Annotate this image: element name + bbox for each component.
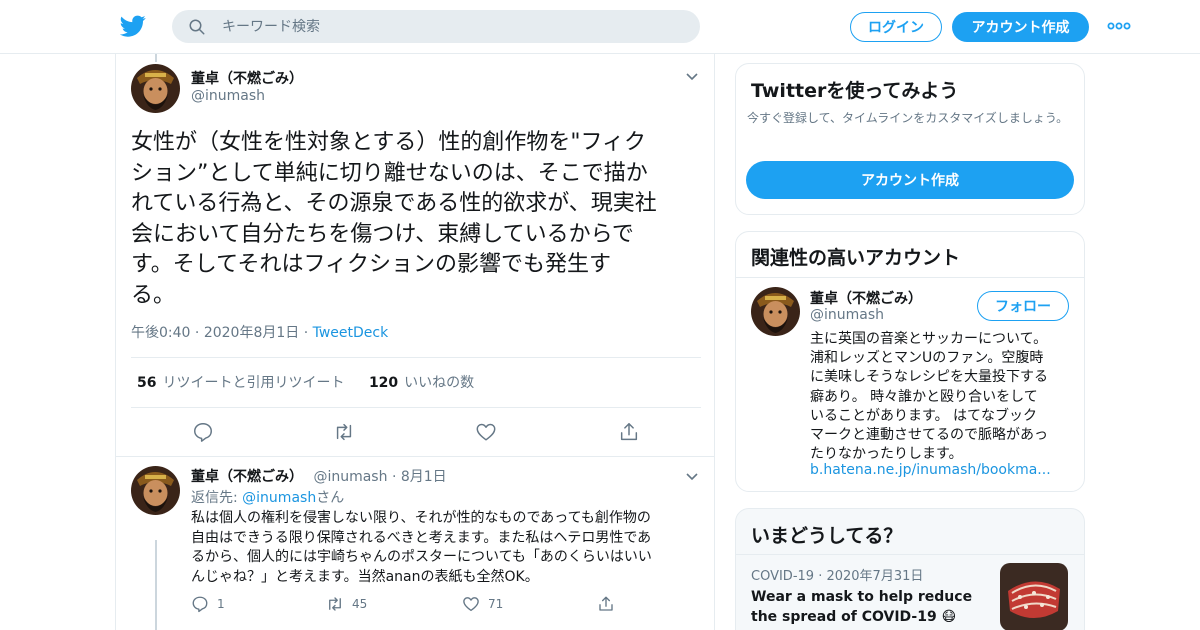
like-action[interactable]: 71 <box>462 594 503 614</box>
trends-card: いまどうしてる？ COVID-19 · 2020年7月31日 Wear a ma… <box>735 508 1085 630</box>
more-options-icon[interactable] <box>1107 18 1131 34</box>
tweet-column: 董卓（不燃ごみ） @inumash 女性が（女性を性対象とする）性的創作物を"フ… <box>115 54 715 630</box>
follow-button[interactable]: フォロー <box>977 291 1069 321</box>
retweet-stat[interactable]: 56 リツイートと引用リツイート <box>137 375 344 391</box>
mask-image <box>1000 563 1068 630</box>
retweet-stat-label: リツイートと引用リツイート <box>162 375 345 391</box>
search-box[interactable] <box>172 10 700 43</box>
like-icon[interactable] <box>475 421 497 443</box>
separator-dot: · <box>194 325 204 341</box>
retweet-action[interactable]: 45 <box>326 594 367 614</box>
like-stat-label: いいねの数 <box>404 375 475 391</box>
retweet-count: 45 <box>352 597 368 611</box>
separator-dot: · <box>391 469 401 485</box>
chevron-down-icon[interactable] <box>685 472 699 482</box>
divider <box>131 357 701 358</box>
reply-date[interactable]: 8月1日 <box>401 469 447 485</box>
divider <box>131 407 701 408</box>
search-icon <box>189 19 205 35</box>
signup-card-title: Twitterを使ってみよう <box>751 80 959 102</box>
reply-header: 董卓（不燃ごみ） @inumash · 8月1日 <box>191 466 447 486</box>
chevron-down-icon[interactable] <box>685 72 699 82</box>
tweet-meta: 午後0:40 · 2020年8月1日 · TweetDeck <box>131 322 388 342</box>
bio-link[interactable]: b.hatena.ne.jp/inumash/bookma... <box>810 462 1051 478</box>
signup-card-button[interactable]: アカウント作成 <box>746 161 1074 199</box>
trend-category: COVID-19 <box>751 569 815 584</box>
tweet-author-handle[interactable]: @inumash <box>191 88 265 104</box>
avatar-image <box>751 287 800 336</box>
reply-prefix: 返信先: <box>191 490 243 506</box>
top-bar: ログイン アカウント作成 <box>0 0 1200 54</box>
trend-headline[interactable]: Wear a mask to help reduce the spread of… <box>751 587 981 627</box>
avatar[interactable] <box>131 64 180 113</box>
tweet-text: 女性が（女性を性対象とする）性的創作物を"フィク ション”として単純に切り離せな… <box>131 130 657 308</box>
reply-suffix: さん <box>316 490 345 506</box>
reply-text: 私は個人の権利を侵害しない限り、それが性的なものであっても創作物の 自由はできう… <box>191 510 652 585</box>
reply-icon <box>192 596 208 613</box>
like-count: 120 <box>368 375 399 391</box>
related-accounts-card: 関連性の高いアカウント 董卓（不燃ごみ） @inumash フォロー 主に英国の… <box>735 231 1085 492</box>
search-input[interactable] <box>222 10 682 43</box>
thread-line <box>155 54 157 62</box>
replying-to: 返信先: @inumashさん <box>191 487 344 507</box>
signup-card: Twitterを使ってみよう 今すぐ登録して、タイムラインをカスタマイズしましょ… <box>735 63 1085 215</box>
related-account-handle[interactable]: @inumash <box>810 307 884 323</box>
avatar-image <box>131 466 180 515</box>
retweet-count: 56 <box>137 375 157 391</box>
reply-author-name[interactable]: 董卓（不燃ごみ） <box>191 469 303 485</box>
tweet-author-name[interactable]: 董卓（不燃ごみ） <box>191 68 303 88</box>
share-action[interactable] <box>597 594 623 614</box>
separator-dot: · <box>303 325 313 341</box>
share-icon[interactable] <box>618 421 640 443</box>
reply-icon[interactable] <box>192 421 214 443</box>
avatar[interactable] <box>751 287 800 336</box>
tweet-stats: 56 リツイートと引用リツイート 120 いいねの数 <box>137 372 474 392</box>
related-account-bio: 主に英国の音楽とサッカーについて。 浦和レッズとマンUのファン。空腹時 に美味し… <box>810 331 1048 463</box>
trend-meta: COVID-19 · 2020年7月31日 <box>751 565 923 584</box>
related-account-name[interactable]: 董卓（不燃ごみ） <box>810 288 922 308</box>
login-button[interactable]: ログイン <box>850 12 942 42</box>
retweet-icon <box>329 597 341 611</box>
divider <box>736 277 1084 278</box>
avatar[interactable] <box>131 466 180 515</box>
divider <box>116 456 714 457</box>
divider <box>736 554 1084 555</box>
tweet-source-link[interactable]: TweetDeck <box>313 325 389 341</box>
like-count: 71 <box>488 597 504 611</box>
thread-line <box>155 540 157 630</box>
trend-date: 2020年7月31日 <box>826 569 924 584</box>
tweet-date[interactable]: 2020年8月1日 <box>204 325 299 341</box>
retweet-icon[interactable] <box>333 421 355 443</box>
avatar-image <box>131 64 180 113</box>
share-icon <box>599 596 613 611</box>
trends-card-title: いまどうしてる？ <box>751 525 903 547</box>
signup-button[interactable]: アカウント作成 <box>952 12 1089 42</box>
twitter-logo-icon[interactable] <box>120 13 146 39</box>
like-icon <box>463 597 479 612</box>
tweet-time[interactable]: 午後0:40 <box>131 325 190 341</box>
signup-card-subtitle: 今すぐ登録して、タイムラインをカスタマイズしましょう。 <box>747 111 1069 125</box>
reply-count: 1 <box>217 597 225 611</box>
like-stat[interactable]: 120 いいねの数 <box>369 375 474 391</box>
related-card-title: 関連性の高いアカウント <box>751 247 961 269</box>
reply-to-handle-link[interactable]: @inumash <box>242 490 316 506</box>
reply-author-handle[interactable]: @inumash <box>313 469 387 485</box>
trend-image[interactable] <box>1000 563 1068 630</box>
reply-action[interactable]: 1 <box>191 594 225 614</box>
